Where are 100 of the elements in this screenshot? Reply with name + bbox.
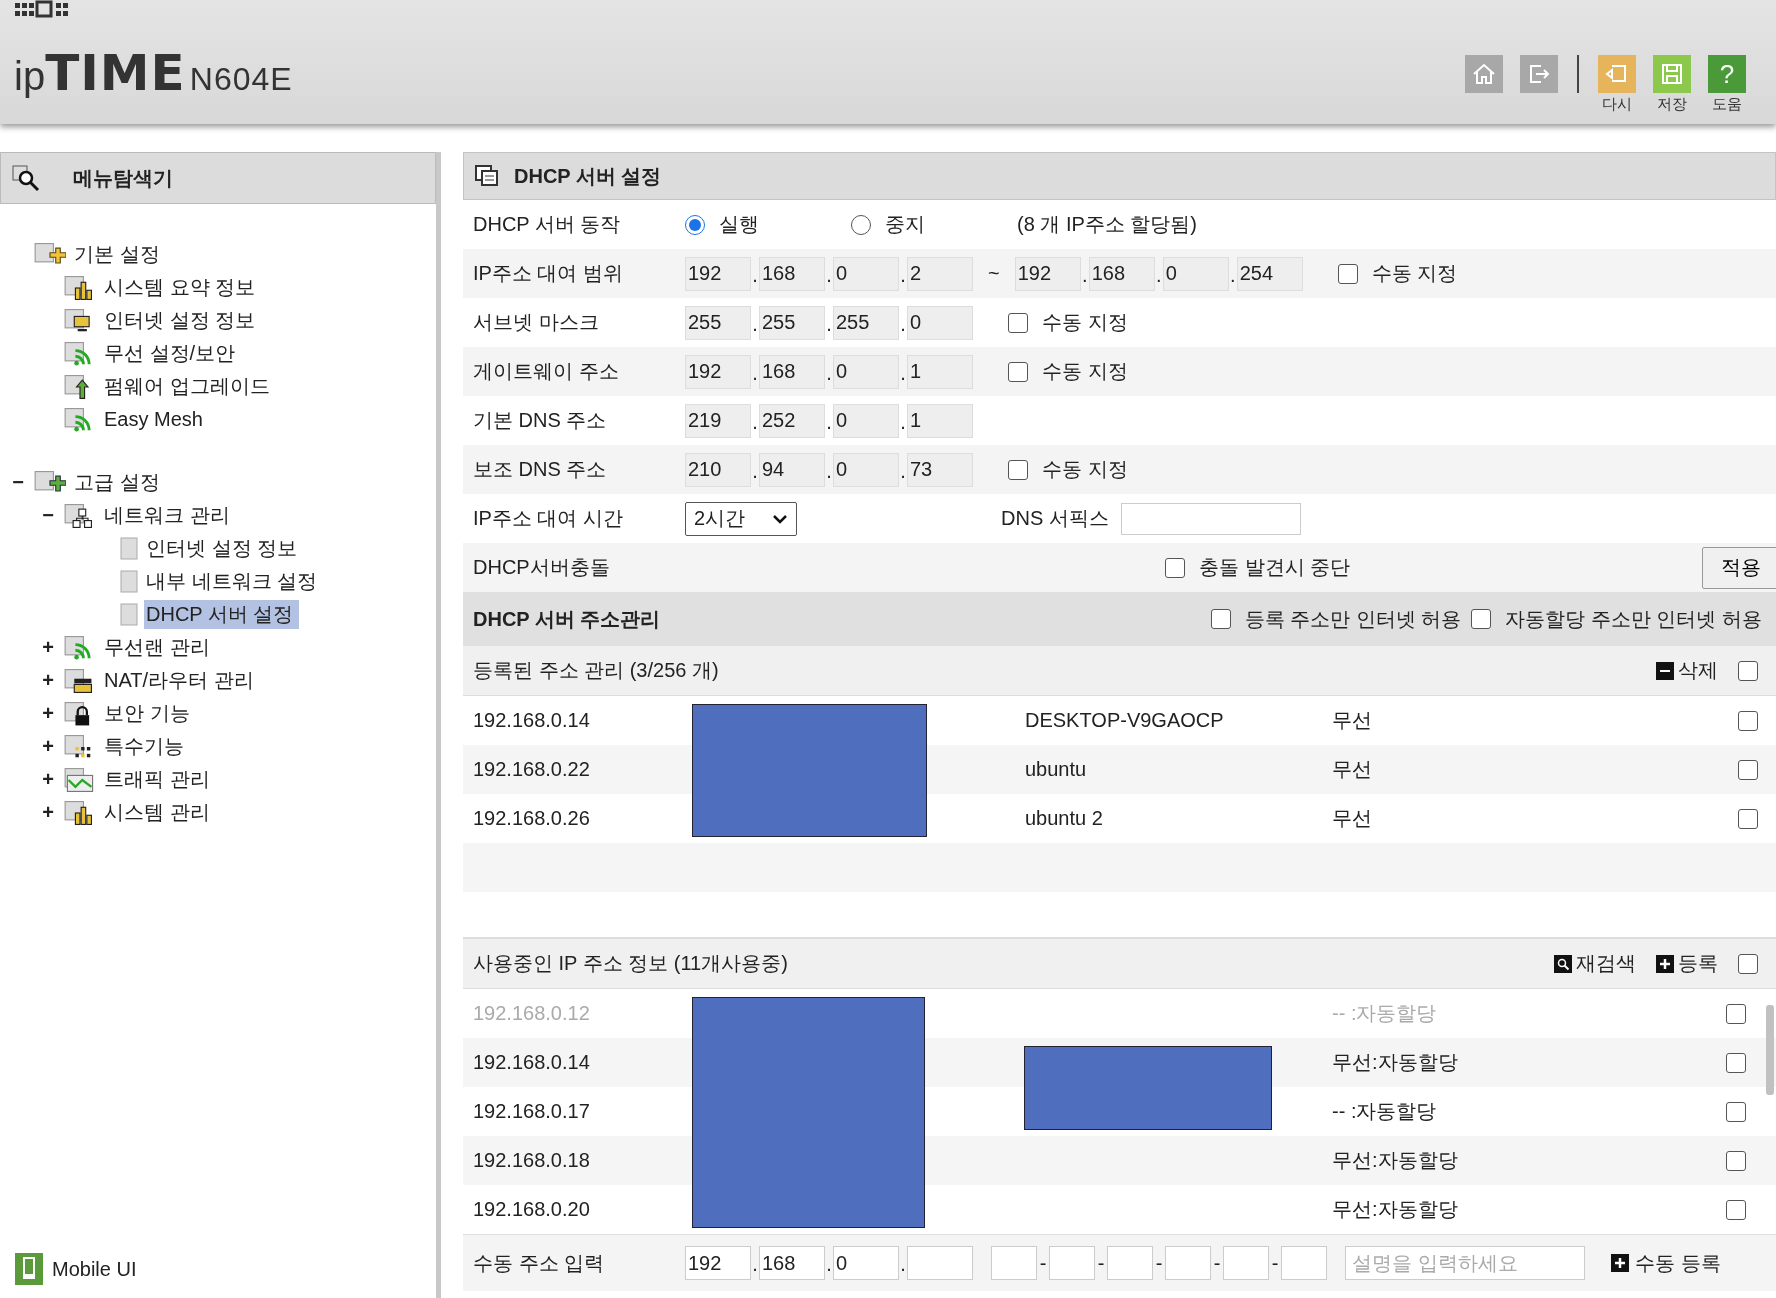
ip-octet-field[interactable]: 252 (759, 403, 825, 438)
ip-octet-field[interactable]: 255 (833, 305, 899, 340)
checkbox[interactable] (1008, 361, 1028, 382)
ip-address-cell-text: 192.168.0.22 (473, 758, 591, 781)
ip-octet-field[interactable]: 0 (833, 354, 899, 389)
menu-item[interactable]: NAT/라우터 관리 (102, 666, 260, 695)
checkbox[interactable] (1726, 1052, 1746, 1073)
mac-field[interactable] (991, 1246, 1037, 1280)
checkbox[interactable] (1726, 1101, 1746, 1122)
mac-field[interactable] (1223, 1246, 1269, 1280)
menu-item[interactable]: 기본 설정 (72, 240, 166, 269)
menu-item[interactable]: 시스템 요약 정보 (102, 273, 262, 302)
register-button[interactable]: 등록 (1656, 950, 1718, 977)
scrollbar[interactable] (1766, 1005, 1774, 1095)
expand-toggle[interactable]: + (38, 636, 58, 659)
description-field[interactable]: 설명을 입력하세요 (1345, 1246, 1585, 1280)
ip-octet-field[interactable]: 0 (907, 305, 973, 340)
ip-octet-field[interactable]: 192 (685, 256, 751, 291)
ip-octet-field[interactable]: 255 (759, 305, 825, 340)
ip-octet-field[interactable]: 168 (759, 354, 825, 389)
expand-toggle[interactable]: + (38, 768, 58, 791)
menu-item[interactable]: 인터넷 설정 정보 (102, 306, 262, 335)
menu-item[interactable]: Easy Mesh (102, 405, 209, 434)
ip-octet-field[interactable]: 255 (685, 305, 751, 340)
ip-octet-field[interactable]: 210 (685, 452, 751, 487)
connection-type-cell-text: 무선 (1332, 708, 1373, 733)
ip-octet-field[interactable]: 73 (907, 452, 973, 487)
radio-button[interactable] (851, 214, 871, 235)
checkbox-label: 충돌 발견시 중단 (1199, 555, 1351, 580)
rescan-button[interactable]: 재검색 (1554, 950, 1636, 977)
menu-item[interactable]: 펌웨어 업그레이드 (102, 372, 276, 401)
menu-item[interactable]: 인터넷 설정 정보 (144, 534, 304, 563)
ip-octet-field[interactable]: 0 (1162, 256, 1229, 291)
menu-item[interactable]: 특수기능 (102, 732, 190, 761)
ip-octet-field[interactable]: 168 (1088, 256, 1155, 291)
ip-octet-field[interactable]: 0 (833, 452, 899, 487)
checkbox[interactable] (1008, 312, 1028, 333)
ip-octet-field[interactable]: 192 (685, 354, 751, 389)
expand-toggle[interactable]: − (8, 471, 28, 494)
menu-item[interactable]: 트래픽 관리 (102, 765, 216, 794)
dot-separator: . (751, 361, 759, 386)
field-label: DHCP서버충돌 (473, 555, 611, 580)
expand-toggle[interactable]: − (38, 504, 58, 527)
checkbox[interactable] (1471, 609, 1492, 629)
checkbox[interactable] (1726, 1199, 1746, 1220)
dot-separator: . (899, 1253, 907, 1277)
menu-item[interactable]: 네트워크 관리 (102, 501, 236, 530)
menu-item[interactable]: 내부 네트워크 설정 (144, 567, 324, 596)
ip-octet-field[interactable]: 192 (685, 1246, 751, 1280)
ip-octet-field[interactable]: 168 (759, 256, 825, 291)
mac-field[interactable] (1107, 1246, 1153, 1280)
mac-field[interactable] (1049, 1246, 1095, 1280)
menu-item[interactable]: 시스템 관리 (102, 798, 216, 827)
toolbar-button[interactable]: ? 도움 (1708, 55, 1746, 114)
checkbox[interactable] (1738, 953, 1758, 974)
ip-octet-field[interactable]: 168 (759, 1246, 825, 1280)
ip-octet-field[interactable]: 254 (1236, 256, 1303, 291)
checkbox[interactable] (1738, 710, 1758, 731)
expand-toggle[interactable]: + (38, 735, 58, 758)
menu-item[interactable]: 보안 기능 (102, 699, 196, 728)
checkbox[interactable] (1738, 759, 1758, 780)
ip-octet-field[interactable]: 0 (833, 1246, 899, 1280)
dns-suffix-field[interactable] (1120, 502, 1301, 535)
checkbox[interactable] (1726, 1150, 1746, 1171)
expand-toggle[interactable]: + (38, 702, 58, 725)
toolbar-button[interactable]: 다시 (1598, 55, 1636, 114)
ip-octet-field[interactable]: 1 (907, 403, 973, 438)
range-separator: ~ (988, 262, 1000, 285)
apply-button[interactable]: 적용 (1702, 546, 1776, 589)
menu-item[interactable]: 무선랜 관리 (102, 633, 216, 662)
checkbox[interactable] (1165, 557, 1185, 578)
ip-octet-field[interactable]: 1 (907, 354, 973, 389)
toolbar-button[interactable]: 저장 (1653, 55, 1691, 114)
mobile-ui-link[interactable]: Mobile UI (52, 1257, 137, 1281)
menu-item[interactable]: DHCP 서버 설정 (144, 600, 300, 629)
expand-toggle[interactable]: + (38, 801, 58, 824)
checkbox[interactable] (1008, 459, 1028, 480)
checkbox[interactable] (1337, 263, 1358, 284)
ip-octet-field[interactable]: 0 (833, 256, 899, 291)
ip-octet-field[interactable]: 2 (907, 256, 973, 291)
ip-octet-field[interactable]: 94 (759, 452, 825, 487)
mac-field[interactable] (1165, 1246, 1211, 1280)
expand-toggle[interactable]: + (38, 669, 58, 692)
manual-register-button[interactable]: 수동 등록 (1611, 1249, 1721, 1277)
checkbox[interactable] (1726, 1003, 1746, 1024)
radio-button[interactable] (685, 214, 705, 235)
lease-time-dropdown[interactable]: 2시간 (685, 501, 797, 536)
ip-octet-field[interactable]: 0 (833, 403, 899, 438)
ip-octet-field[interactable] (907, 1246, 973, 1280)
checkbox[interactable] (1738, 660, 1758, 681)
ip-octet-field[interactable]: 192 (1014, 256, 1081, 291)
checkbox[interactable] (1210, 609, 1231, 629)
delete-button[interactable]: 삭제 (1656, 657, 1718, 684)
mac-field[interactable] (1281, 1246, 1327, 1280)
menu-item[interactable]: 무선 설정/보안 (102, 339, 242, 368)
ip-address-cell-text: 192.168.0.20 (473, 1198, 591, 1221)
menu-item[interactable]: 고급 설정 (72, 468, 166, 497)
dot-separator: . (825, 410, 833, 435)
checkbox[interactable] (1738, 808, 1758, 829)
ip-octet-field[interactable]: 219 (685, 403, 751, 438)
